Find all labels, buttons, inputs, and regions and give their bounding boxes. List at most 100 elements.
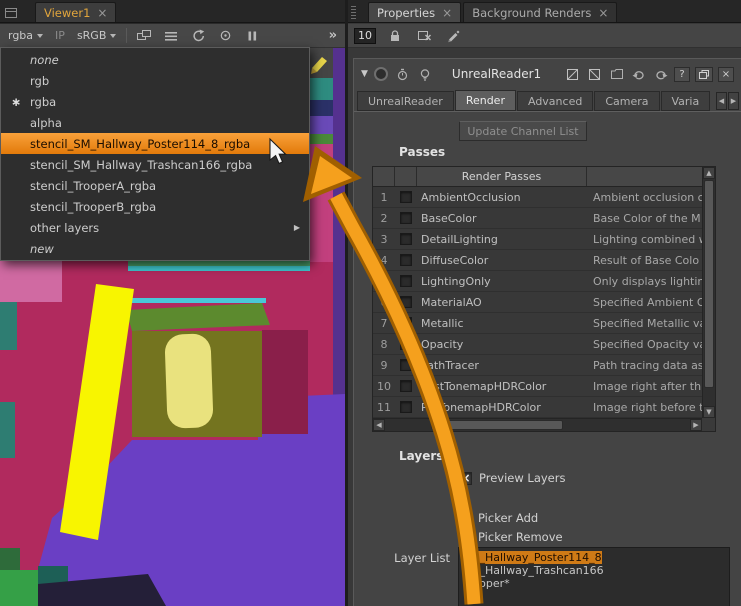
edit-pencil-icon[interactable]: [443, 27, 463, 44]
tab-scroll-left-icon[interactable]: ◀: [716, 92, 727, 110]
tab-background-renders[interactable]: Background Renders ×: [463, 2, 617, 22]
display-mode-icon[interactable]: [134, 27, 154, 44]
viewer-colorspace-select[interactable]: sRGB: [74, 27, 119, 44]
scroll-up-icon[interactable]: ▲: [703, 167, 715, 179]
table-row[interactable]: 10 PostTonemapHDRColor Image right after…: [373, 376, 702, 397]
table-row[interactable]: 8 Opacity Specified Opacity va: [373, 334, 702, 355]
pass-checkbox[interactable]: [400, 338, 412, 350]
node-tab[interactable]: Advanced: [517, 91, 593, 111]
node-tab[interactable]: Render: [455, 90, 516, 111]
tab-properties[interactable]: Properties ×: [368, 2, 461, 22]
node-tab[interactable]: Varia: [661, 91, 711, 111]
float-panel-icon[interactable]: [695, 67, 713, 82]
node-panel-header: ▼ UnrealReader1: [354, 61, 741, 87]
tab-scroll-right-icon[interactable]: ▶: [728, 92, 739, 110]
node-color-swatch[interactable]: [374, 67, 388, 81]
layer-list-item[interactable]: Trooper*: [463, 577, 725, 590]
dropdown-item[interactable]: stencil_SM_Hallway_Poster114_8_rgba: [1, 133, 309, 154]
postage-stamp-icon[interactable]: [586, 67, 603, 82]
collapse-panel-icon[interactable]: ▼: [361, 69, 368, 79]
layer-list[interactable]: SM_Hallway_Poster114_8 SM_Hallway_Trashc…: [458, 547, 730, 606]
pane-menu-icon[interactable]: [4, 7, 18, 19]
close-icon[interactable]: ×: [442, 8, 452, 18]
table-row[interactable]: 4 DiffuseColor Result of Base Colo: [373, 250, 702, 271]
pass-checkbox[interactable]: [400, 296, 412, 308]
input-process-toggle[interactable]: IP: [53, 29, 67, 42]
node-tab-label: Varia: [672, 95, 700, 108]
help-button[interactable]: ?: [674, 67, 690, 82]
node-tab[interactable]: Camera: [594, 91, 659, 111]
close-all-panels-icon[interactable]: [414, 27, 434, 44]
picker-remove-swatch[interactable]: [459, 531, 471, 543]
scroll-left-icon[interactable]: ◀: [373, 419, 385, 431]
pass-name: PreTonemapHDRColor: [417, 401, 587, 414]
channel-select[interactable]: rgba: [5, 27, 46, 44]
table-row[interactable]: 7 Metallic Specified Metallic va: [373, 313, 702, 334]
picker-add-swatch[interactable]: [459, 512, 471, 524]
node-header-actions: ? ×: [564, 67, 734, 82]
vertical-scroll-thumb[interactable]: [704, 180, 714, 388]
redo-icon[interactable]: [652, 67, 669, 82]
pass-checkbox[interactable]: [400, 359, 412, 371]
layer-list-item[interactable]: SM_Hallway_Trashcan166: [463, 564, 725, 577]
horizontal-scrollbar[interactable]: ◀ ▶: [373, 418, 702, 431]
folder-icon[interactable]: [608, 67, 625, 82]
table-row[interactable]: 1 AmbientOcclusion Ambient occlusion c: [373, 187, 702, 208]
layer-list-item[interactable]: SM_Hallway_Poster114_8: [463, 551, 725, 564]
node-properties-panel: ▼ UnrealReader1: [353, 58, 741, 606]
dropdown-item[interactable]: ∗ rgba: [1, 91, 309, 112]
vertical-scrollbar[interactable]: ▲ ▼: [702, 167, 715, 418]
close-panel-button[interactable]: ×: [718, 67, 734, 82]
update-channel-list-button[interactable]: Update Channel List: [459, 121, 587, 141]
roi-target-icon[interactable]: [215, 27, 235, 44]
keyframe-clock-icon[interactable]: [394, 67, 411, 82]
table-row[interactable]: 9 PathTracer Path tracing data as: [373, 355, 702, 376]
viewer-options-icon[interactable]: [161, 27, 181, 44]
preview-layers-checkbox[interactable]: ×: [459, 472, 472, 485]
pass-index: 7: [373, 317, 395, 330]
expand-toolbar-icon[interactable]: »: [329, 28, 340, 43]
table-row[interactable]: 2 BaseColor Base Color of the M: [373, 208, 702, 229]
pass-checkbox[interactable]: [400, 380, 412, 392]
dropdown-item[interactable]: other layers ▶: [1, 217, 309, 238]
chevron-down-icon: [110, 34, 116, 38]
close-icon[interactable]: ×: [598, 8, 608, 18]
pass-checkbox[interactable]: [400, 275, 412, 287]
hide-input-icon[interactable]: [564, 67, 581, 82]
pass-checkbox[interactable]: [400, 317, 412, 329]
tab-viewer1[interactable]: Viewer1 ×: [35, 2, 116, 22]
pass-description: Lighting combined w: [587, 233, 702, 246]
max-panels-input[interactable]: [354, 28, 376, 44]
pass-checkbox[interactable]: [400, 401, 412, 413]
table-row[interactable]: 3 DetailLighting Lighting combined w: [373, 229, 702, 250]
pane-grip-icon[interactable]: [351, 6, 356, 19]
scroll-down-icon[interactable]: ▼: [703, 406, 715, 418]
dropdown-item[interactable]: stencil_SM_Hallway_Trashcan166_rgba: [1, 154, 309, 175]
node-title: UnrealReader1: [452, 67, 541, 81]
table-row[interactable]: 5 LightingOnly Only displays lightin: [373, 271, 702, 292]
lock-icon[interactable]: [385, 27, 405, 44]
dropdown-item[interactable]: none: [1, 49, 309, 70]
horizontal-scroll-thumb[interactable]: [431, 420, 563, 430]
table-row[interactable]: 6 MaterialAO Specified Ambient O: [373, 292, 702, 313]
pass-checkbox[interactable]: [400, 233, 412, 245]
dropdown-item[interactable]: alpha: [1, 112, 309, 133]
dropdown-item[interactable]: stencil_TrooperB_rgba: [1, 196, 309, 217]
properties-bin-toolbar: [348, 24, 741, 48]
dropdown-item[interactable]: stencil_TrooperA_rgba: [1, 175, 309, 196]
node-tab[interactable]: UnrealReader: [357, 91, 454, 111]
lightbulb-icon[interactable]: [417, 67, 434, 82]
pause-icon[interactable]: [242, 27, 262, 44]
close-icon[interactable]: ×: [97, 8, 107, 18]
pass-checkbox[interactable]: [400, 254, 412, 266]
refresh-icon[interactable]: [188, 27, 208, 44]
dropdown-item[interactable]: rgb: [1, 70, 309, 91]
undo-icon[interactable]: [630, 67, 647, 82]
table-row[interactable]: 11 PreTonemapHDRColor Image right before…: [373, 397, 702, 418]
dropdown-item[interactable]: new: [1, 238, 309, 259]
picker-add-label: Picker Add: [478, 511, 538, 525]
pass-checkbox[interactable]: [400, 191, 412, 203]
pass-description: Base Color of the M: [587, 212, 702, 225]
pass-checkbox[interactable]: [400, 212, 412, 224]
scroll-right-icon[interactable]: ▶: [690, 419, 702, 431]
